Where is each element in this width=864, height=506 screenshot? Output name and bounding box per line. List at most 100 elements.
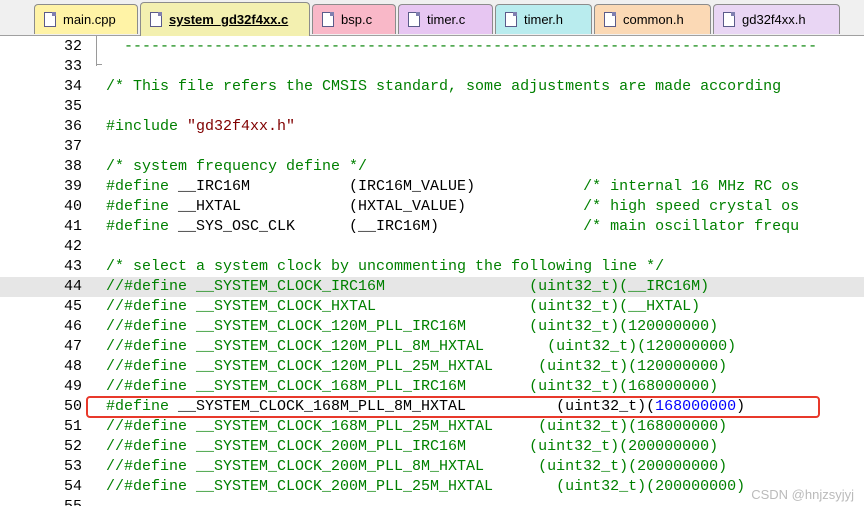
tab-label: main.cpp [63, 12, 116, 27]
tab-timer-c[interactable]: timer.c [398, 4, 493, 34]
file-icon [44, 12, 56, 27]
code-token: //#define __SYSTEM_CLOCK_IRC16M (uint32_… [106, 278, 710, 295]
line-code: #define __SYS_OSC_CLK (__IRC16M) /* main… [106, 217, 799, 237]
code-token: //#define __SYSTEM_CLOCK_120M_PLL_8M_HXT… [106, 338, 737, 355]
tab-label: bsp.c [341, 12, 373, 27]
code-token: //#define __SYSTEM_CLOCK_200M_PLL_8M_HXT… [106, 458, 728, 475]
code-token: __SYS_OSC_CLK (__IRC16M) [178, 218, 584, 235]
file-icon [408, 12, 420, 27]
file-icon [505, 12, 517, 27]
code-line[interactable]: 45 //#define __SYSTEM_CLOCK_HXTAL (uint32… [0, 297, 864, 317]
code-line[interactable]: 55 [0, 497, 864, 506]
line-code: //#define __SYSTEM_CLOCK_200M_PLL_25M_HX… [106, 477, 745, 497]
file-icon [322, 12, 334, 27]
tab-common-h[interactable]: common.h [594, 4, 711, 34]
line-number: 55 [0, 497, 82, 506]
code-line[interactable]: 34 /* This file refers the CMSIS standard… [0, 77, 864, 97]
code-token: /* This file refers the CMSIS standard, … [106, 78, 782, 95]
line-number: 45 [63, 298, 82, 315]
line-code: //#define __SYSTEM_CLOCK_200M_PLL_IRC16M… [106, 437, 718, 457]
code-token: //#define __SYSTEM_CLOCK_120M_PLL_25M_HX… [106, 358, 728, 375]
line-code: //#define __SYSTEM_CLOCK_168M_PLL_IRC16M… [106, 377, 718, 397]
line-code: ----------------------------------------… [106, 37, 817, 57]
line-number: 49 [63, 378, 82, 395]
code-line[interactable]: 37 [0, 137, 864, 157]
code-line[interactable]: 49 //#define __SYSTEM_CLOCK_168M_PLL_IRC1… [0, 377, 864, 397]
line-code: #define __IRC16M (IRC16M_VALUE) /* inter… [106, 177, 799, 197]
code-line[interactable]: 33 [0, 57, 864, 77]
code-line[interactable]: 40 #define __HXTAL (HXTAL_VALUE) /* high … [0, 197, 864, 217]
line-code: //#define __SYSTEM_CLOCK_120M_PLL_25M_HX… [106, 357, 727, 377]
code-token: #define [106, 218, 179, 235]
line-number: 34 [63, 78, 82, 95]
line-number: 43 [63, 258, 82, 275]
line-number: 44 [63, 278, 82, 295]
tab-label: timer.h [524, 12, 564, 27]
code-token: /* main oscillator frequ [583, 218, 800, 235]
code-line[interactable]: 39 #define __IRC16M (IRC16M_VALUE) /* int… [0, 177, 864, 197]
editor-tab-bar: main.cpp system_gd32f4xx.c bsp.c timer.c tim… [0, 0, 864, 36]
tab-timer-h[interactable]: timer.h [495, 4, 592, 34]
tab-system-gd32f4xx-c[interactable]: system_gd32f4xx.c [140, 2, 310, 36]
tab-main-cpp[interactable]: main.cpp [34, 4, 138, 34]
line-code: //#define __SYSTEM_CLOCK_200M_PLL_8M_HXT… [106, 457, 727, 477]
code-line[interactable]: 35 [0, 97, 864, 117]
line-code: /* system frequency define */ [106, 157, 367, 177]
code-token: //#define __SYSTEM_CLOCK_HXTAL (uint32_t… [106, 298, 701, 315]
code-line[interactable]: 52 //#define __SYSTEM_CLOCK_200M_PLL_IRC1… [0, 437, 864, 457]
code-line[interactable]: 53 //#define __SYSTEM_CLOCK_200M_PLL_8M_H… [0, 457, 864, 477]
line-number: 42 [63, 238, 82, 255]
line-number: 53 [63, 458, 82, 475]
highlight-annotation-box [86, 396, 820, 418]
code-token: "gd32f4xx.h" [187, 118, 296, 135]
code-line[interactable]: 44 //#define __SYSTEM_CLOCK_IRC16M (uint3… [0, 277, 864, 297]
line-code: /* This file refers the CMSIS standard, … [106, 77, 781, 97]
code-line[interactable]: 46 //#define __SYSTEM_CLOCK_120M_PLL_IRC1… [0, 317, 864, 337]
code-line[interactable]: 51 //#define __SYSTEM_CLOCK_168M_PLL_25M_… [0, 417, 864, 437]
line-number: 51 [63, 418, 82, 435]
line-number: 52 [63, 438, 82, 455]
line-number: 39 [63, 178, 82, 195]
line-number: 41 [63, 218, 82, 235]
code-line[interactable]: 41 #define __SYS_OSC_CLK (__IRC16M) /* ma… [0, 217, 864, 237]
file-icon [604, 12, 616, 27]
line-code: #include "gd32f4xx.h" [106, 117, 295, 137]
line-number: 33 [63, 58, 82, 75]
line-code: //#define __SYSTEM_CLOCK_120M_PLL_IRC16M… [106, 317, 718, 337]
code-editor[interactable]: 32 -------------------------------------… [0, 36, 864, 506]
line-code: //#define __SYSTEM_CLOCK_IRC16M (uint32_… [106, 277, 709, 297]
code-token: #define [106, 178, 179, 195]
line-code: //#define __SYSTEM_CLOCK_168M_PLL_25M_HX… [106, 417, 727, 437]
code-token: __HXTAL (HXTAL_VALUE) [178, 198, 584, 215]
tab-bsp-c[interactable]: bsp.c [312, 4, 396, 34]
code-token: //#define __SYSTEM_CLOCK_200M_PLL_IRC16M… [106, 438, 719, 455]
line-number: 46 [63, 318, 82, 335]
code-token: #define [106, 198, 179, 215]
tab-label: gd32f4xx.h [742, 12, 806, 27]
line-code: /* select a system clock by uncommenting… [106, 257, 664, 277]
line-number: 32 [63, 38, 82, 55]
code-line[interactable]: 43 /* select a system clock by uncommenti… [0, 257, 864, 277]
line-number: 48 [63, 358, 82, 375]
line-number: 40 [63, 198, 82, 215]
code-token: #include [106, 118, 188, 135]
code-token: //#define __SYSTEM_CLOCK_168M_PLL_25M_HX… [106, 418, 728, 435]
watermark: CSDN @hnjzsyjyj [751, 487, 854, 502]
code-line[interactable]: 42 [0, 237, 864, 257]
code-token: __IRC16M (IRC16M_VALUE) [178, 178, 584, 195]
code-line[interactable]: 54 //#define __SYSTEM_CLOCK_200M_PLL_25M_… [0, 477, 864, 497]
code-line[interactable]: 47 //#define __SYSTEM_CLOCK_120M_PLL_8M_H… [0, 337, 864, 357]
code-line[interactable]: 48 //#define __SYSTEM_CLOCK_120M_PLL_25M_… [0, 357, 864, 377]
line-number: 38 [63, 158, 82, 175]
code-token: /* high speed crystal os [583, 198, 800, 215]
code-token: //#define __SYSTEM_CLOCK_120M_PLL_IRC16M… [106, 318, 719, 335]
line-number: 50 [63, 398, 82, 415]
code-token: /* system frequency define */ [106, 158, 368, 175]
code-line[interactable]: 36 #include "gd32f4xx.h" [0, 117, 864, 137]
line-number: 47 [63, 338, 82, 355]
tab-gd32f4xx-h[interactable]: gd32f4xx.h [713, 4, 840, 34]
line-number: 54 [63, 478, 82, 495]
code-token: //#define __SYSTEM_CLOCK_168M_PLL_IRC16M… [106, 378, 719, 395]
code-line[interactable]: 38 /* system frequency define */ [0, 157, 864, 177]
code-line[interactable]: 32 -------------------------------------… [0, 37, 864, 57]
